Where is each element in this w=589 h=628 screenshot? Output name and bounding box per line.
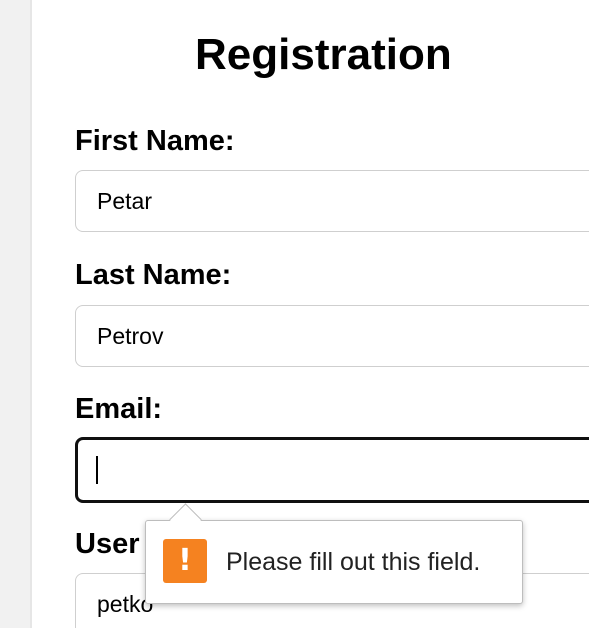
tooltip-arrow [169, 503, 202, 536]
tooltip-message: Please fill out this field. [226, 548, 481, 576]
warning-icon: ! [163, 539, 207, 583]
page-title: Registration [195, 30, 452, 79]
validation-tooltip: ! Please fill out this field. [145, 503, 523, 604]
registration-page: Registration First Name: Last Name: Emai… [0, 0, 589, 628]
left-rail [0, 0, 32, 628]
last-name-label: Last Name: [75, 259, 232, 291]
text-caret [96, 456, 98, 484]
email-label: Email: [75, 393, 163, 425]
first-name-input[interactable] [75, 170, 589, 232]
first-name-label: First Name: [75, 125, 235, 157]
email-input[interactable] [75, 437, 589, 503]
last-name-input[interactable] [75, 305, 589, 367]
username-label: User [75, 528, 140, 560]
